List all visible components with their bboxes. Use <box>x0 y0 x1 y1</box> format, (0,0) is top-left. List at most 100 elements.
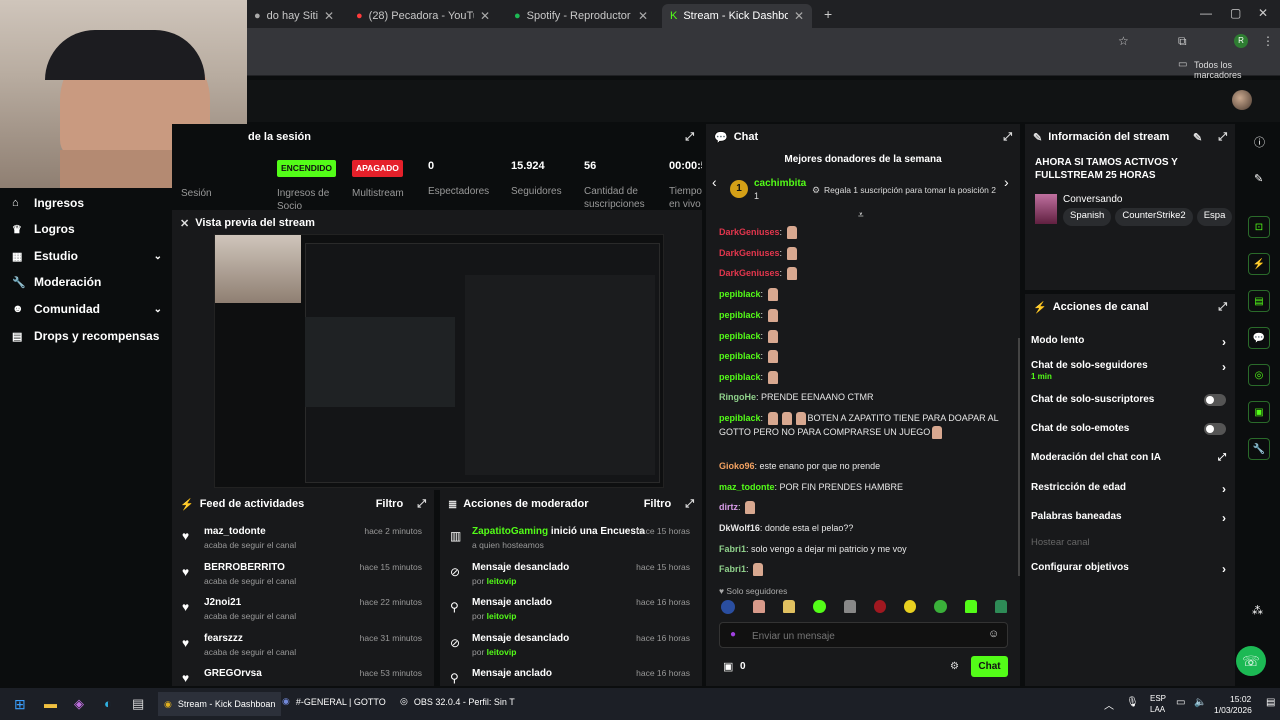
chat-input[interactable] <box>752 628 972 644</box>
prev-arrow-icon[interactable]: ‹ <box>712 174 717 190</box>
rail-chat-icon[interactable]: 💬 <box>1248 327 1270 349</box>
rail-wrench-icon[interactable]: 🔧 <box>1248 438 1270 460</box>
all-bookmarks-link[interactable]: Todos los marcadores <box>1194 60 1280 80</box>
chat-message[interactable]: Fabri1: solo vengo a dejar mi patricio y… <box>719 542 999 556</box>
popout-icon[interactable]: ⤢ <box>685 131 694 144</box>
sidebar-item[interactable]: ♛ Logros <box>12 222 162 236</box>
minimize-button[interactable]: — <box>1200 6 1212 20</box>
chat-username[interactable]: DarkGeniuses <box>719 248 780 258</box>
points-icon[interactable]: ▣ <box>723 660 733 673</box>
chat-message[interactable]: pepiblack: <box>719 349 999 364</box>
feed-username[interactable]: maz_todonte <box>204 526 266 537</box>
popout-icon[interactable]: ⤢ <box>685 498 694 511</box>
popout-icon[interactable]: ⤢ <box>417 498 426 511</box>
clock-date[interactable]: 1/03/2026 <box>1214 705 1252 715</box>
chevron-right-icon[interactable]: › <box>1222 335 1226 349</box>
taskbar-app-obs[interactable]: ◎ OBS 32.0.4 - Perfil: Sin T <box>400 696 515 707</box>
feed-username[interactable]: BERROBERRITO <box>204 562 285 573</box>
chat-username[interactable]: pepiblack <box>719 372 761 382</box>
feed-item[interactable]: ♥ maz_todonte acaba de seguir el canal hace… <box>172 526 432 562</box>
browser-tab[interactable]: K Stream - Kick Dashboard ✕ <box>662 4 812 28</box>
mod-action-item[interactable]: ▥ ZapatitoGaming inició una Encuesta a qui… <box>440 526 700 562</box>
chat-username[interactable]: Fabri1 <box>719 564 746 574</box>
chat-message[interactable]: DarkGeniuses: <box>719 266 999 281</box>
rail-doc-icon[interactable]: ▤ <box>1248 290 1270 312</box>
emoji-icon[interactable]: ☺ <box>988 628 999 640</box>
lang-indicator[interactable]: ESP <box>1150 694 1166 703</box>
file-explorer-icon[interactable]: ▬ <box>44 696 57 711</box>
mod-filter-button[interactable]: Filtro <box>644 498 672 510</box>
chat-message[interactable]: Gioko96: este enano por que no prende <box>719 459 999 473</box>
chevron-right-icon[interactable]: › <box>1222 482 1226 496</box>
chat-username[interactable]: RingoHe <box>719 392 756 402</box>
chat-message[interactable]: pepiblack: <box>719 287 999 302</box>
extensions-icon[interactable]: ⧉ <box>1178 34 1187 49</box>
emote-icon[interactable] <box>964 600 977 613</box>
channel-action-item[interactable]: Chat de solo-suscriptores <box>1031 394 1226 414</box>
mod-action-item[interactable]: ⚲ Mensaje anclado por leitovip hace 16 hora… <box>440 597 700 633</box>
support-button[interactable]: ☏ <box>1236 646 1266 676</box>
volume-icon[interactable]: 🔈 <box>1194 697 1206 708</box>
chat-username[interactable]: DkWolf16 <box>719 523 760 533</box>
tab-close-icon[interactable]: ✕ <box>794 9 804 23</box>
chat-input-box[interactable]: ● ☺ <box>719 622 1008 648</box>
user-avatar[interactable] <box>1232 90 1252 110</box>
category-name[interactable]: Conversando <box>1063 194 1122 205</box>
emote-icon[interactable] <box>904 600 917 613</box>
tray-chevron-icon[interactable]: ︿ <box>1104 697 1114 712</box>
emote-icon[interactable] <box>721 600 735 614</box>
external-link-icon[interactable]: ⤢ <box>1218 452 1226 463</box>
rail-broadcast-icon[interactable]: ◎ <box>1248 364 1270 386</box>
chevron-down-icon[interactable]: ⌄ <box>154 251 162 262</box>
mod-action-item[interactable]: ⊘ Mensaje desanclado por leitovip hace 15 h… <box>440 562 700 598</box>
mod-actor[interactable]: ZapatitoGaming <box>472 526 548 537</box>
clock-time[interactable]: 15:02 <box>1230 694 1251 704</box>
browser-tab[interactable]: ● do hay Sitio 8: Nicol ✕ <box>246 4 342 28</box>
chat-message[interactable]: DarkGeniuses: <box>719 225 999 240</box>
emote-icon[interactable] <box>873 600 887 613</box>
chat-username[interactable]: maz_todonte <box>719 482 775 492</box>
chat-username[interactable]: pepiblack <box>719 351 761 361</box>
channel-action-item[interactable]: Palabras baneadas › <box>1031 511 1226 531</box>
tab-close-icon[interactable]: ✕ <box>480 9 490 23</box>
chat-message[interactable]: pepiblack: BOTEN A ZAPATITO TIENE PARA D… <box>719 411 999 440</box>
windows-start-icon[interactable]: ⊞ <box>14 696 26 713</box>
menu-icon[interactable]: ⋮ <box>1262 34 1274 48</box>
channel-action-item[interactable]: Restricción de edad › <box>1031 482 1226 502</box>
chevron-down-icon[interactable]: ⌄ <box>154 304 162 315</box>
chat-username[interactable]: pepiblack <box>719 310 761 320</box>
mic-icon[interactable]: ● <box>730 629 736 640</box>
chat-username[interactable]: Gioko96 <box>719 461 755 471</box>
tag-chip[interactable]: Spanish <box>1063 208 1112 226</box>
chat-message[interactable]: pepiblack: <box>719 308 999 323</box>
chat-message[interactable]: maz_todonte: POR FIN PRENDES HAMBRE <box>719 480 999 494</box>
new-tab-button[interactable]: + <box>824 6 832 22</box>
rail-bolt-icon[interactable]: ⚡ <box>1248 253 1270 275</box>
channel-action-item[interactable]: Moderación del chat con IA ⤢ <box>1031 452 1226 472</box>
edge-icon[interactable]: ◐ <box>104 696 112 711</box>
mod-by-user[interactable]: leitovip <box>487 576 517 586</box>
toggle-switch[interactable] <box>1204 394 1226 406</box>
edit-icon[interactable]: ✎ <box>1193 131 1202 144</box>
scroll-down-icon[interactable]: ⩡ <box>858 210 864 221</box>
popout-icon[interactable]: ⤢ <box>1003 131 1012 144</box>
mod-action-item[interactable]: ⊘ Mensaje desanclado por leitovip hace 16 h… <box>440 633 700 669</box>
chat-message[interactable]: pepiblack: <box>719 329 999 344</box>
popout-icon[interactable]: ⤢ <box>1218 301 1227 314</box>
chat-scrollbar[interactable] <box>1018 338 1020 576</box>
feed-item[interactable]: ♥ BERROBERRITO acaba de seguir el canal hac… <box>172 562 432 598</box>
chat-message[interactable]: pepiblack: <box>719 370 999 385</box>
star-icon[interactable]: ☆ <box>1118 34 1129 48</box>
sidebar-item[interactable]: ⌂ Ingresos <box>12 196 162 210</box>
popout-icon[interactable]: ⤢ <box>1218 131 1227 144</box>
chat-message[interactable]: DarkGeniuses: <box>719 246 999 261</box>
close-window-button[interactable]: ✕ <box>1258 6 1268 20</box>
chat-username[interactable]: pepiblack <box>719 331 761 341</box>
chat-username[interactable]: DarkGeniuses <box>719 227 780 237</box>
profile-avatar[interactable]: R <box>1234 34 1248 48</box>
mic-tray-icon[interactable]: 🎙 <box>1126 697 1139 708</box>
feed-item[interactable]: ♥ fearszzz acaba de seguir el canal hace 31… <box>172 633 432 669</box>
status-badge[interactable]: ENCENDIDO <box>277 160 337 177</box>
chat-message[interactable]: Fabri1: <box>719 562 999 577</box>
channel-action-item[interactable]: Modo lento › <box>1031 335 1226 355</box>
